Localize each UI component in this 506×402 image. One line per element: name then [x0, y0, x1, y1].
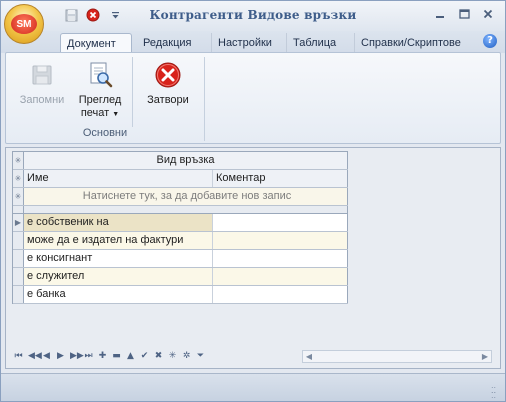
new-item-row[interactable]: ✳ Натиснете тук, за да добавите нов запи…: [13, 188, 348, 206]
nav-append-icon[interactable]: ✚: [98, 350, 107, 362]
ribbon-group-separator: [204, 57, 205, 141]
ribbon-separator: [132, 57, 133, 127]
nav-prev-icon[interactable]: ◀: [42, 350, 51, 362]
title-bar: Контрагенти Видове връзки: [1, 1, 505, 31]
nav-cancel-icon[interactable]: ✖: [154, 350, 163, 362]
print-preview-button[interactable]: Преглед печат ▼: [72, 59, 128, 121]
nav-bookmark-icon[interactable]: ✲: [182, 350, 191, 362]
cell-name[interactable]: е банка: [24, 286, 213, 303]
table-row[interactable]: ▶ е собственик на: [13, 214, 348, 232]
row-splitter: [13, 206, 348, 214]
column-header-comment[interactable]: Коментар: [213, 170, 348, 187]
cell-comment[interactable]: [213, 214, 348, 231]
tab-settings[interactable]: Настройки: [211, 33, 278, 53]
nav-refresh-icon[interactable]: ✳: [168, 350, 177, 362]
close-red-circle-icon: [152, 59, 184, 91]
tab-table[interactable]: Таблица: [286, 33, 342, 53]
close-button[interactable]: Затвори: [142, 59, 194, 107]
tab-reports-scripts[interactable]: Справки/Скриптове: [354, 33, 467, 53]
nav-next-icon[interactable]: ▶: [56, 350, 65, 362]
floppy-disk-icon: [26, 59, 58, 91]
save-button[interactable]: Запомни: [16, 59, 68, 107]
band-header: Вид връзка: [24, 152, 348, 169]
ribbon-tab-strip: Документ Редакция Настройки Таблица Спра…: [1, 31, 505, 53]
print-preview-label-2: печат ▼: [80, 107, 120, 119]
column-header-name[interactable]: Име: [24, 170, 213, 187]
cell-name[interactable]: е служител: [24, 268, 213, 285]
nav-prev-page-icon[interactable]: ◀◀: [28, 350, 42, 362]
cell-name[interactable]: е собственик на: [24, 214, 213, 231]
cell-name[interactable]: е консигнант: [24, 250, 213, 267]
status-bar: ⁚⁚ ⁚⁚: [1, 373, 505, 401]
row-indicator-arrow-icon: ▶: [13, 214, 24, 231]
close-label: Затвори: [147, 94, 189, 106]
table-row[interactable]: е служител: [13, 268, 348, 286]
horizontal-scrollbar[interactable]: ◀ ▶: [302, 350, 492, 363]
scroll-right-icon[interactable]: ▶: [479, 351, 491, 362]
table-row[interactable]: е банка: [13, 286, 348, 304]
grid-navigator: ⏮ ◀◀ ◀ ▶ ▶▶ ⏭ ✚ ▬ ▲ ✔ ✖ ✳ ✲ ⏷: [12, 348, 302, 364]
app-logo: SM: [11, 14, 37, 34]
nav-edit-icon[interactable]: ▲: [126, 350, 135, 362]
table-row[interactable]: е консигнант: [13, 250, 348, 268]
window-title: Контрагенти Видове връзки: [149, 8, 357, 22]
cell-comment[interactable]: [213, 250, 348, 267]
new-row-indicator-icon: ✳: [13, 188, 24, 205]
print-preview-icon: [84, 59, 116, 91]
ribbon-group-label: Основни: [82, 127, 128, 139]
nav-last-icon[interactable]: ⏭: [84, 350, 93, 362]
application-menu-button[interactable]: SM: [4, 4, 44, 44]
nav-next-page-icon[interactable]: ▶▶: [70, 350, 84, 362]
cell-name[interactable]: може да е издател на фактури: [24, 232, 213, 249]
maximize-icon[interactable]: [457, 7, 471, 21]
scroll-left-icon[interactable]: ◀: [303, 351, 315, 362]
new-row-prompt[interactable]: Натиснете тук, за да добавите нов запис: [24, 188, 348, 205]
header-indicator-icon: ✳: [13, 170, 24, 187]
window-controls: [433, 7, 495, 21]
band-indicator-icon: ✳: [13, 152, 24, 169]
chevron-down-icon: ▼: [112, 111, 120, 118]
cell-comment[interactable]: [213, 286, 348, 303]
grid-container: ✳ Вид връзка ✳ Име Коментар ✳ Натиснете …: [5, 147, 501, 369]
table-row[interactable]: може да е издател на фактури: [13, 232, 348, 250]
print-preview-label-1: Преглед: [78, 94, 122, 106]
data-grid: ✳ Вид връзка ✳ Име Коментар ✳ Натиснете …: [12, 151, 348, 304]
nav-first-icon[interactable]: ⏮: [14, 350, 23, 362]
minimize-icon[interactable]: [433, 7, 447, 21]
cell-comment[interactable]: [213, 268, 348, 285]
nav-post-icon[interactable]: ✔: [140, 350, 149, 362]
main-window: Контрагенти Видове връзки SM Документ Ре…: [0, 0, 506, 402]
band-header-row: ✳ Вид връзка: [13, 152, 348, 170]
tab-edit[interactable]: Редакция: [137, 33, 197, 53]
column-header-row: ✳ Име Коментар: [13, 170, 348, 188]
save-label: Запомни: [19, 94, 65, 106]
nav-delete-icon[interactable]: ▬: [112, 350, 121, 362]
nav-filter-icon[interactable]: ⏷: [196, 350, 205, 362]
cell-comment[interactable]: [213, 232, 348, 249]
tab-document[interactable]: Документ: [60, 33, 132, 53]
ribbon-panel: Запомни Преглед печат ▼ Затвори Основни: [5, 52, 501, 144]
window-close-icon[interactable]: [481, 7, 495, 21]
resize-grip-icon[interactable]: ⁚⁚ ⁚⁚: [491, 387, 501, 400]
help-icon[interactable]: ?: [483, 34, 497, 48]
